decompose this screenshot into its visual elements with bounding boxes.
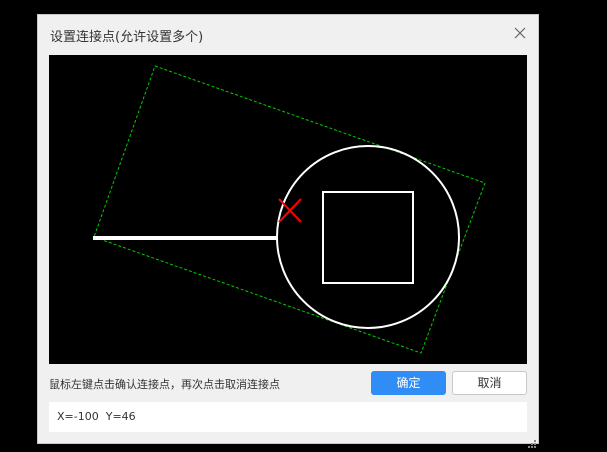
x-mark-icon[interactable] <box>278 198 302 223</box>
y-label: Y= <box>105 410 122 423</box>
x-label: X= <box>57 410 74 423</box>
x-value: -100 <box>73 410 99 423</box>
resize-grip-icon[interactable] <box>528 433 536 448</box>
inner-square <box>322 191 414 284</box>
connection-point-dialog: 设置连接点(允许设置多个) 鼠标左键点击确认连接点，再次点击取消连接点 确定 取… <box>37 14 539 448</box>
symbol-canvas[interactable] <box>49 55 527 364</box>
dialog-title-bar[interactable]: 设置连接点(允许设置多个) <box>38 15 538 53</box>
ok-button[interactable]: 确定 <box>371 371 446 395</box>
hint-text: 鼠标左键点击确认连接点，再次点击取消连接点 <box>49 378 280 391</box>
coordinate-readout: X=-100 Y=46 <box>49 402 527 432</box>
cancel-button[interactable]: 取消 <box>452 371 527 395</box>
y-value: 46 <box>121 410 136 423</box>
outer-circle <box>276 145 460 329</box>
close-icon[interactable] <box>512 25 528 41</box>
coordinate-text: X=-100 Y=46 <box>57 410 136 423</box>
dialog-title: 设置连接点(允许设置多个) <box>50 30 204 45</box>
